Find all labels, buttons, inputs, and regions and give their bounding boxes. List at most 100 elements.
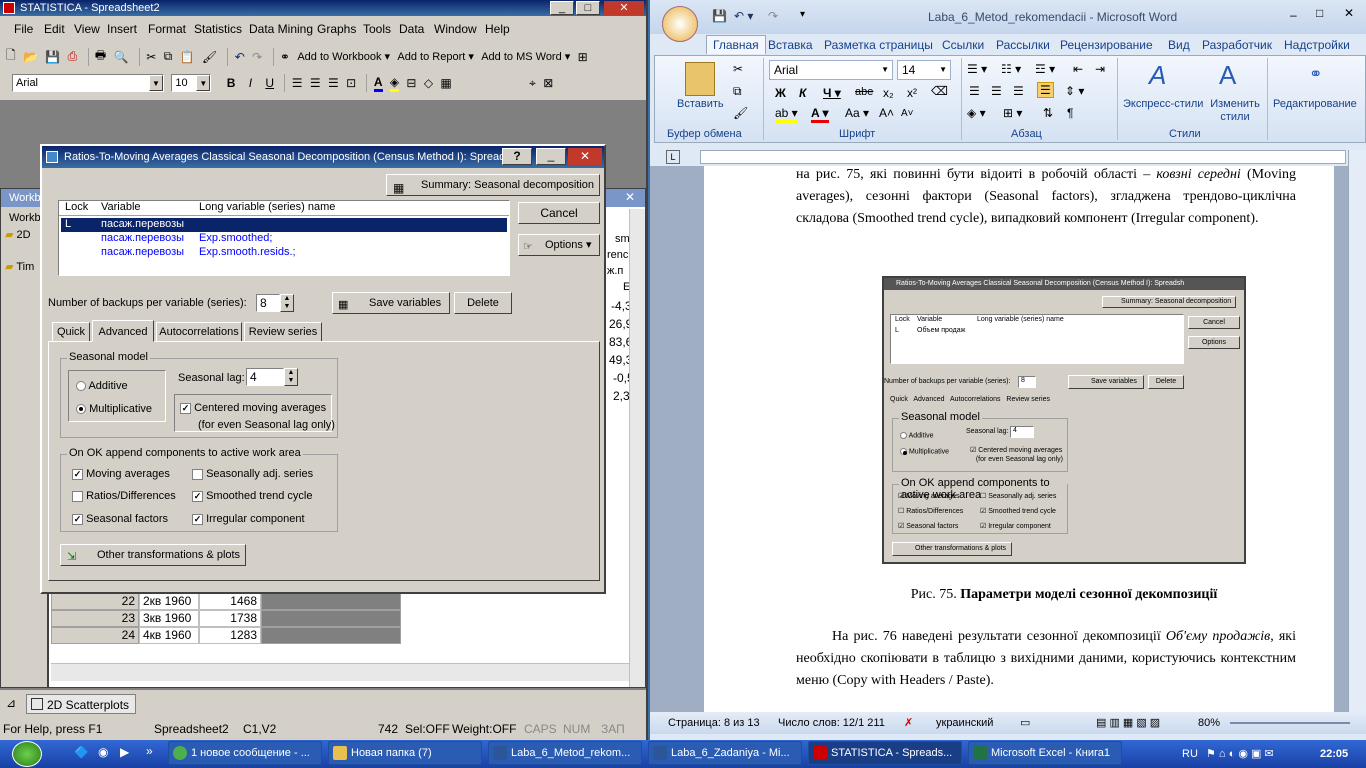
taskbar-item-folder[interactable]: Новая папка (7) xyxy=(328,741,482,765)
align-left-icon[interactable]: ☰ xyxy=(292,76,303,90)
strike-icon[interactable]: abe xyxy=(855,86,873,98)
start-button[interactable] xyxy=(12,741,42,767)
copy-icon[interactable]: ⧉ xyxy=(164,49,173,64)
grid-lines-icon[interactable]: ▦ xyxy=(440,76,451,90)
merge-icon[interactable]: ⊡ xyxy=(346,76,356,90)
maximize-button[interactable]: □ xyxy=(576,1,600,15)
tree-2d[interactable]: ▰ 2D xyxy=(5,228,31,241)
menu-data-mining[interactable]: Data Mining xyxy=(249,22,313,36)
tab-autocorrelations[interactable]: Autocorrelations xyxy=(156,322,242,342)
view-buttons[interactable]: ▤ ▥ ▦ ▧ ▨ xyxy=(1096,712,1160,734)
tab-quick[interactable]: Quick xyxy=(52,322,90,342)
fill-color-icon[interactable]: ◈ xyxy=(389,75,400,92)
language-indicator[interactable]: RU xyxy=(1182,740,1198,768)
menu-data[interactable]: Data xyxy=(399,22,424,36)
workbook-nav-icon[interactable]: ⊿ xyxy=(6,696,16,710)
quick-launch-media-icon[interactable]: ▶ xyxy=(120,745,129,759)
multiplicative-radio[interactable]: Multiplicative xyxy=(76,403,152,415)
align-center-icon[interactable]: ☰ xyxy=(991,84,1002,98)
menu-tools[interactable]: Tools xyxy=(363,22,391,36)
bullets-icon[interactable]: ☰ ▾ xyxy=(967,62,987,76)
macro-icon[interactable]: ▭ xyxy=(1020,712,1030,734)
clear-format-icon[interactable]: ⌫ xyxy=(931,84,948,98)
increase-indent-icon[interactable]: ⇥ xyxy=(1095,62,1105,76)
redo-icon[interactable]: ↷ xyxy=(252,50,262,64)
taskbar-item-statistica[interactable]: STATISTICA - Spreads... xyxy=(808,741,962,765)
options-button[interactable]: ☞ Options ▾ xyxy=(518,234,600,256)
font-name-input[interactable]: Arial ▼ xyxy=(769,60,893,80)
tag-icon[interactable]: ◇ xyxy=(424,76,433,90)
moving-averages-checkbox[interactable]: ✓ Moving averages xyxy=(72,468,170,480)
save-variables-button[interactable]: ▦ Save variables xyxy=(332,292,450,314)
font-size-input[interactable]: 14 ▼ xyxy=(897,60,951,80)
menu-window[interactable]: Window xyxy=(434,22,477,36)
seasonal-lag-spinner[interactable]: ▲ ▼ xyxy=(284,368,298,386)
tab-view[interactable]: Вид xyxy=(1168,38,1190,52)
statistica-titlebar[interactable]: STATISTICA - Spreadsheet2 _ □ ✕ xyxy=(0,0,646,16)
format-painter-icon[interactable]: 🖌 xyxy=(202,50,217,64)
copy-icon[interactable]: ⧉ xyxy=(733,84,742,99)
undo-icon[interactable]: ↶ xyxy=(235,50,245,64)
centered-moving-averages-checkbox[interactable]: ✓ Centered moving averages xyxy=(180,402,326,414)
italic-icon[interactable]: I xyxy=(249,76,252,90)
word-minimize-button[interactable]: – xyxy=(1290,8,1297,22)
spreadsheet-close-button[interactable]: ✕ xyxy=(619,190,641,206)
decrease-indent-icon[interactable]: ⇤ xyxy=(1073,62,1083,76)
additive-radio[interactable]: Additive xyxy=(76,380,128,392)
sheet-value-6[interactable]: 2,3 xyxy=(613,389,630,403)
align-left-icon[interactable]: ☰ xyxy=(969,84,980,98)
status-page[interactable]: Страница: 8 из 13 xyxy=(668,712,760,734)
align-center-icon[interactable]: ☰ xyxy=(310,76,321,90)
italic-icon[interactable]: К xyxy=(799,86,806,100)
paste-label[interactable]: Вставить xyxy=(677,98,724,110)
ratios-differences-checkbox[interactable]: Ratios/Differences xyxy=(72,490,176,502)
editing-button[interactable]: Редактирование xyxy=(1273,98,1357,110)
ruler[interactable] xyxy=(700,150,1346,164)
numbering-icon[interactable]: ☷ ▾ xyxy=(1001,62,1021,76)
tree-time[interactable]: ▰ Tim xyxy=(5,260,34,273)
add-to-workbook-button[interactable]: Add to Workbook ▾ xyxy=(297,50,390,63)
quick-undo-icon[interactable]: ↶ ▾ xyxy=(734,9,753,23)
quick-save-icon[interactable]: 💾 xyxy=(712,9,727,23)
tab-review-series[interactable]: Review series xyxy=(244,322,322,342)
smoothed-trend-checkbox[interactable]: ✓ Smoothed trend cycle xyxy=(192,490,312,502)
word-titlebar[interactable]: 💾 ↶ ▾ ↷ ▾ Laba_6_Metod_rekomendacii - Mi… xyxy=(650,0,1366,42)
tab-review[interactable]: Рецензирование xyxy=(1060,38,1153,52)
express-styles-button[interactable]: Экспресс-стили xyxy=(1123,98,1203,110)
word-close-button[interactable]: ✕ xyxy=(1344,6,1354,20)
menu-edit[interactable]: Edit xyxy=(44,22,65,36)
new-icon[interactable]: 🗋 xyxy=(6,46,16,67)
document-page[interactable]: на рис. 75, які повинні бути відоиті в р… xyxy=(704,166,1334,712)
tab-advanced[interactable]: Advanced xyxy=(92,320,154,342)
word-maximize-button[interactable]: □ xyxy=(1316,6,1323,20)
status-zoom[interactable]: 80% xyxy=(1198,712,1220,734)
shrink-font-icon[interactable]: A˅ xyxy=(901,108,914,119)
binoculars-icon[interactable]: ⚭ xyxy=(280,50,290,64)
seasonal-factors-checkbox[interactable]: ✓ Seasonal factors xyxy=(72,513,168,525)
font-name-select[interactable]: Arial ▼ xyxy=(12,74,164,92)
bold-icon[interactable]: B xyxy=(227,76,236,90)
spellcheck-icon[interactable]: ✗ xyxy=(904,712,913,734)
tab-developer[interactable]: Разработчик xyxy=(1202,38,1272,52)
paste-icon[interactable]: 📋 xyxy=(180,50,195,64)
menu-format[interactable]: Format xyxy=(148,22,186,36)
menu-file[interactable]: File xyxy=(14,22,33,36)
pin-icon[interactable]: ⌖ xyxy=(529,76,536,91)
underline-icon[interactable]: U xyxy=(265,76,274,90)
add-to-report-button[interactable]: Add to Report ▾ xyxy=(397,50,473,63)
zoom-slider[interactable] xyxy=(1230,722,1350,724)
embedded-dialog-figure[interactable]: Ratios-To-Moving Averages Classical Seas… xyxy=(882,276,1246,564)
status-language[interactable]: украинский xyxy=(936,712,993,734)
tab-page-layout[interactable]: Разметка страницы xyxy=(824,38,933,52)
quick-customize-icon[interactable]: ▾ xyxy=(800,9,805,20)
taskbar-item-word-metod[interactable]: Laba_6_Metod_rekom... xyxy=(488,741,642,765)
scatterplots-tab[interactable]: 2D Scatterplots xyxy=(26,694,136,714)
cut-icon[interactable]: ✂ xyxy=(146,50,156,64)
align-right-icon[interactable]: ☰ xyxy=(1013,84,1024,98)
font-color-icon[interactable]: A xyxy=(373,75,383,92)
editing-icon[interactable]: ⚭ xyxy=(1309,64,1322,84)
quick-launch-browser-icon[interactable]: ◉ xyxy=(98,745,108,759)
align-right-icon[interactable]: ☰ xyxy=(328,76,339,90)
close-x-icon[interactable]: ⊠ xyxy=(543,76,553,90)
backups-input[interactable]: 8 xyxy=(256,294,280,312)
